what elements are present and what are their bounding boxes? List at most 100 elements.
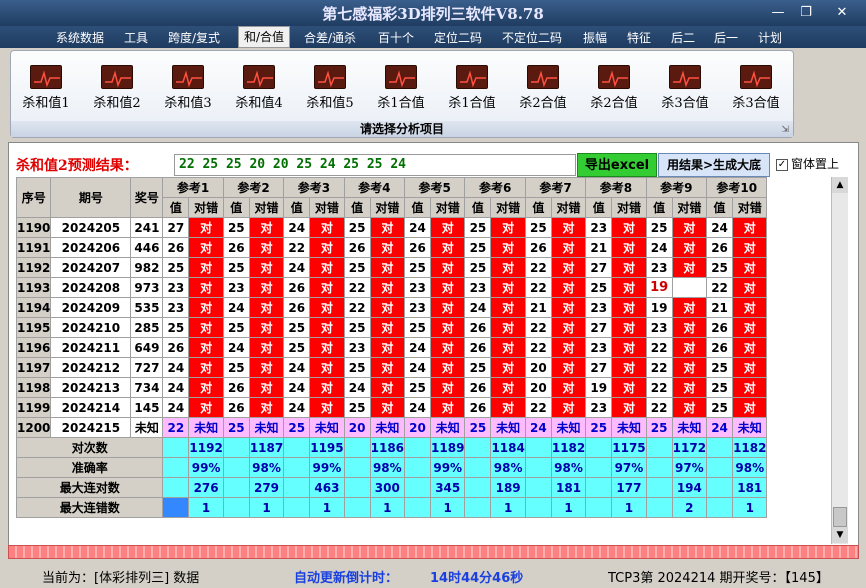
pending-row[interactable]: 1200 2024215 未知 22 未知 25 未知 25 未知 20 未知 20 未知 25 未知 24 未… [15,417,768,438]
menu-item[interactable]: 特征 [627,29,651,46]
menu-item[interactable]: 和/合值 [238,26,291,48]
ref-verdict: 对 [369,277,406,298]
header-verdict: 对错 [671,197,708,218]
ref-value: 22 [524,257,552,278]
ribbon-button[interactable]: 杀和值1 [11,65,81,111]
vertical-scrollbar[interactable]: ▲ ▼ [831,177,848,544]
ref-verdict: 对 [611,377,647,398]
check-icon[interactable]: ✓ [776,158,788,171]
table-row[interactable]: 1190 2024205 241 27 对 25 对 24 对 25 对 24 对 25 对 25 对 23 对 25… [15,217,768,238]
header-value: 值 [464,197,492,218]
ref-verdict: 对 [732,257,768,278]
table-row[interactable]: 1196 2024211 649 26 对 24 对 25 对 23 对 24 对 26 对 22 对 23 对 22… [15,337,768,358]
ribbon-button[interactable]: 杀3合值 [721,65,791,111]
ref-verdict: 对 [490,297,526,318]
menu-item[interactable]: 后二 [671,29,695,46]
ref-verdict: 对 [550,337,587,358]
menu-item[interactable]: 系统数据 [56,29,104,46]
row-issue: 2024206 [50,237,132,258]
stat-value: 1182 [550,437,587,458]
ref-verdict: 对 [309,377,345,398]
ref-verdict: 对 [188,277,224,298]
ref-verdict: 对 [550,257,587,278]
ref-verdict: 对 [611,317,647,338]
ref-value: 24 [162,377,190,398]
close-button[interactable]: ✕ [828,4,856,22]
row-index: 1192 [15,257,52,278]
menu-item[interactable]: 工具 [124,29,148,46]
ribbon-expand-icon[interactable]: ⇲ [781,125,789,135]
ribbon-button[interactable]: 杀和值5 [295,65,365,111]
pin-window-checkbox[interactable]: ✓ 窗体置上 [776,155,839,172]
menu-item[interactable]: 定位二码 [434,29,482,46]
row-index: 1197 [15,357,52,378]
menu-item[interactable]: 计划 [758,29,782,46]
row-prize: 535 [130,297,164,318]
ribbon-button-label: 杀和值3 [164,96,212,111]
scroll-thumb[interactable] [833,507,847,527]
ribbon-button-label: 杀和值4 [235,96,283,111]
ref-verdict: 对 [309,357,345,378]
result-values[interactable]: 22 25 25 20 20 25 24 25 25 24 [174,154,576,176]
stat-value: 98% [490,457,526,478]
ribbon-button[interactable]: 杀2合值 [579,65,649,111]
ref-value: 24 [404,357,432,378]
ribbon-button[interactable]: 杀和值2 [82,65,152,111]
ref-verdict: 未知 [671,417,708,438]
stat-spacer [283,477,311,498]
ribbon-button[interactable]: 杀3合值 [650,65,720,111]
ref-verdict: 对 [490,317,526,338]
maximize-button[interactable]: ❐ [792,4,820,22]
row-issue: 2024213 [50,377,132,398]
ribbon-button[interactable]: 杀1合值 [437,65,507,111]
menu-item[interactable]: 跨度/复式 [168,29,220,46]
menu-item[interactable]: 百十个 [378,29,414,46]
menu-item[interactable]: 不定位二码 [502,29,562,46]
ref-verdict: 对 [309,337,345,358]
ribbon-button[interactable]: 杀和值4 [224,65,294,111]
stat-spacer [162,437,190,458]
table-row[interactable]: 1197 2024212 727 24 对 25 对 24 对 25 对 24 对 25 对 20 对 27 对 22… [15,357,768,378]
stat-value: 1195 [309,437,345,458]
header-ref: 参考6 [464,177,526,198]
ribbon-button-label: 杀3合值 [661,96,709,111]
result-label: 杀和值2预测结果： [16,158,138,174]
ref-verdict: 对 [188,337,224,358]
scroll-down-icon[interactable]: ▼ [832,527,848,543]
stat-spacer [162,477,190,498]
ref-value: 23 [222,277,250,298]
ribbon-button[interactable]: 杀和值3 [153,65,223,111]
stat-spacer [283,497,311,518]
table-row[interactable]: 1195 2024210 285 25 对 25 对 25 对 25 对 25 对 26 对 22 对 27 对 23… [15,317,768,338]
stat-value: 1 [430,497,466,518]
row-index: 1191 [15,237,52,258]
stat-spacer [343,457,371,478]
stat-spacer [706,497,734,518]
export-excel-button[interactable]: 导出excel [577,153,657,177]
menu-item[interactable]: 振幅 [583,29,607,46]
header-value: 值 [585,197,613,218]
ref-value: 22 [645,337,673,358]
ref-value: 25 [464,357,492,378]
table-row[interactable]: 1199 2024214 145 24 对 26 对 24 对 25 对 24 对 26 对 22 对 23 对 22… [15,397,768,418]
ref-value: 25 [404,257,432,278]
generate-base-button[interactable]: 用结果>生成大底 [658,153,770,177]
scroll-up-icon[interactable]: ▲ [832,177,848,193]
analysis-table: 序号 期号 奖号 参考1 参考2 参考3 参考4 参考5 参考6 参考7 参考8 参考9 参考10 值对错… [15,177,768,518]
table-row[interactable]: 1191 2024206 446 26 对 26 对 22 对 26 对 26 对 25 对 26 对 21 对 24… [15,237,768,258]
stat-spacer [645,497,673,518]
table-row[interactable]: 1192 2024207 982 25 对 25 对 24 对 25 对 25 对 25 对 22 对 27 对 23… [15,257,768,278]
table-row[interactable]: 1194 2024209 535 23 对 24 对 26 对 22 对 23 对 24 对 21 对 23 对 19… [15,297,768,318]
ref-value: 22 [524,397,552,418]
ref-value: 22 [283,237,311,258]
table-row[interactable]: 1193 2024208 973 23 对 23 对 26 对 22 对 23 对 23 对 22 对 25 对 19… [15,277,768,298]
table-row[interactable]: 1198 2024213 734 24 对 26 对 24 对 24 对 25 对 26 对 20 对 19 对 22… [15,377,768,398]
ribbon-button[interactable]: 杀2合值 [508,65,578,111]
row-issue: 2024212 [50,357,132,378]
minimize-button[interactable]: — [764,4,792,22]
menu-item[interactable]: 合差/通杀 [304,29,356,46]
ribbon-button[interactable]: 杀1合值 [366,65,436,111]
row-index: 1190 [15,217,52,238]
menu-item[interactable]: 后一 [714,29,738,46]
row-prize: 241 [130,217,164,238]
